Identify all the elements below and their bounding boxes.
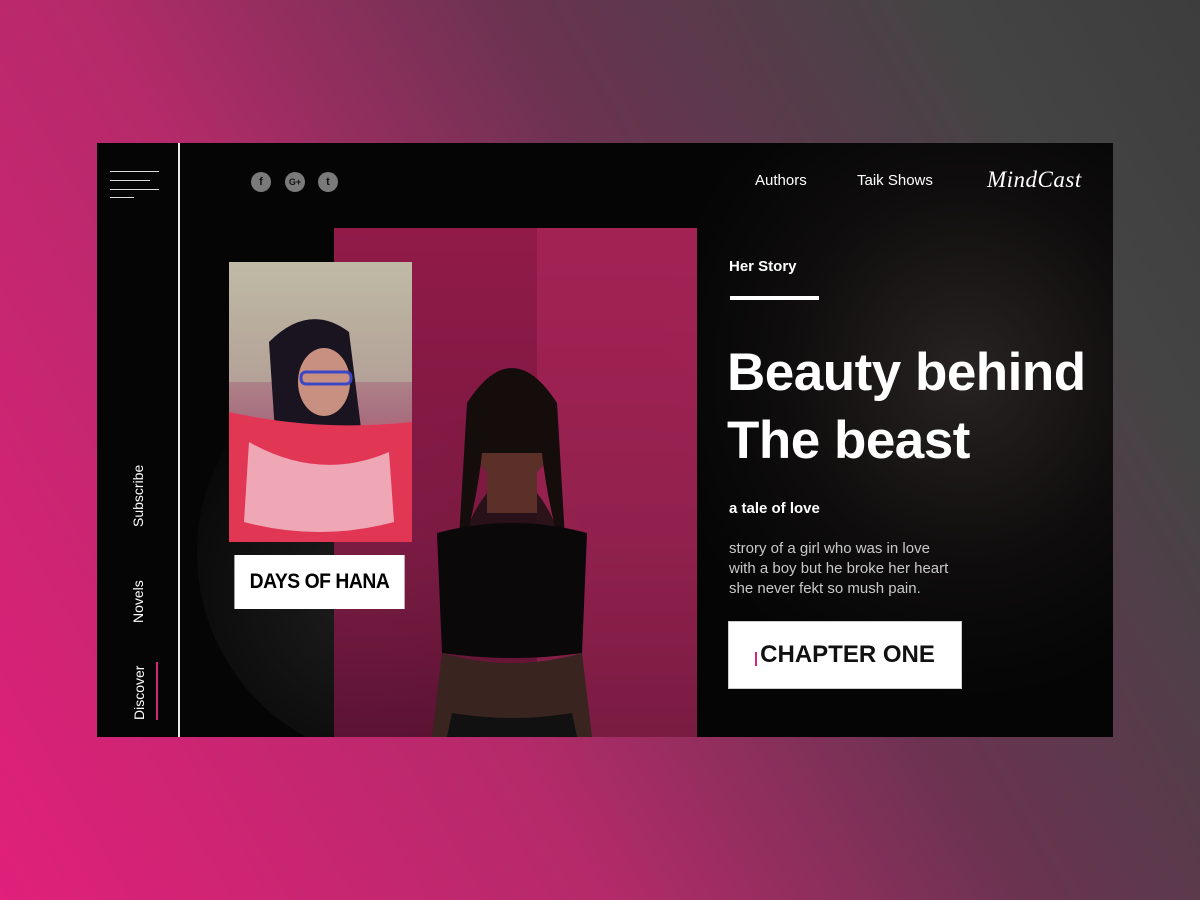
google-plus-icon[interactable]: G+ bbox=[285, 172, 305, 192]
cta-accent-mark bbox=[755, 652, 758, 666]
kicker-underline bbox=[730, 296, 819, 300]
story-description: strory of a girl who was in love with a … bbox=[729, 540, 949, 597]
menu-icon[interactable] bbox=[110, 171, 160, 199]
nav-talk-shows[interactable]: Taik Shows bbox=[857, 172, 933, 189]
tagline: a tale of love bbox=[729, 500, 820, 517]
hero-frame: Subscribe Novels Discover f G+ t Authors… bbox=[97, 143, 1113, 737]
sidebar-item-novels[interactable]: Novels bbox=[130, 580, 146, 623]
cover-illustration bbox=[229, 262, 412, 542]
sidebar-item-subscribe[interactable]: Subscribe bbox=[130, 465, 146, 527]
active-indicator bbox=[156, 662, 158, 720]
chapter-one-label: CHAPTER ONE bbox=[760, 641, 935, 668]
sidebar-divider bbox=[178, 143, 180, 737]
sidebar: Subscribe Novels Discover bbox=[97, 143, 180, 737]
book-title-label[interactable]: DAYS OF HANA bbox=[234, 555, 405, 609]
brand-logo[interactable]: MindCast bbox=[987, 167, 1082, 193]
kicker-label: Her Story bbox=[729, 258, 797, 275]
headline-line-1: Beauty behind bbox=[727, 343, 1086, 402]
headline-line-2: The beast bbox=[727, 411, 970, 470]
facebook-icon[interactable]: f bbox=[251, 172, 271, 192]
chapter-one-button[interactable]: CHAPTER ONE bbox=[728, 621, 962, 689]
book-cover-image[interactable] bbox=[229, 262, 412, 542]
twitter-icon[interactable]: t bbox=[318, 172, 338, 192]
nav-authors[interactable]: Authors bbox=[755, 172, 807, 189]
sidebar-item-discover[interactable]: Discover bbox=[131, 666, 147, 720]
headline: Beauty behind The beast bbox=[727, 339, 1086, 475]
